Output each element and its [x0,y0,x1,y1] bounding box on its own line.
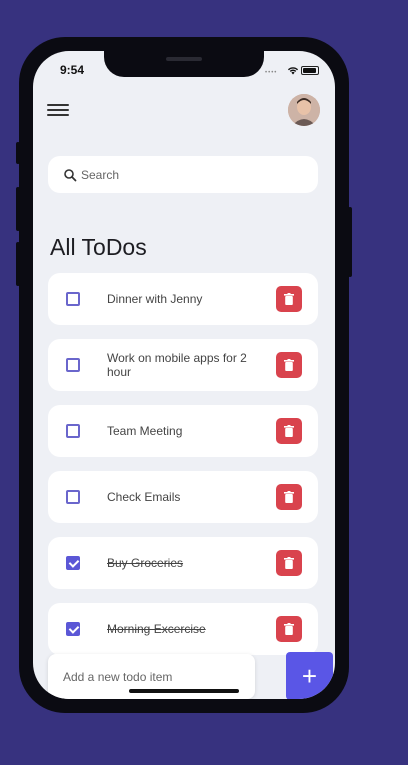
delete-button[interactable] [276,484,302,510]
delete-button[interactable] [276,418,302,444]
status-time: 9:54 [60,63,85,77]
trash-icon [284,359,294,371]
todo-checkbox[interactable] [66,556,80,570]
notch [104,51,264,77]
phone-frame: 9:54 •••• Search All ToDos Dinner with J… [16,37,352,713]
delete-button[interactable] [276,616,302,642]
signal-icon: •••• [265,70,278,76]
todo-text-wrap: Team Meeting [107,405,267,457]
trash-icon [284,491,294,503]
page-title: All ToDos [50,234,147,260]
todo-checkbox[interactable] [66,358,80,372]
delete-button[interactable] [276,352,302,378]
delete-button[interactable] [276,550,302,576]
todo-text-wrap: Work on mobile apps for 2 hour [107,339,267,391]
hamburger-menu-icon[interactable] [47,101,69,119]
todo-text: Check Emails [107,490,181,504]
search-bar[interactable] [48,156,318,193]
todo-text: Dinner with Jenny [107,292,203,306]
volume-down-button [16,242,20,286]
add-todo-button[interactable]: + [286,652,333,699]
avatar-person-icon [288,94,320,126]
home-indicator [129,689,239,693]
todo-text-wrap: Check Emails [107,471,267,523]
todo-text-wrap: Buy Groceries [107,537,267,589]
status-icons: •••• [265,65,319,76]
power-button [348,207,352,277]
todo-item: Dinner with Jenny [48,273,318,325]
todo-text: Buy Groceries [107,556,184,570]
avatar[interactable] [288,94,320,126]
todo-item: Buy Groceries [48,537,318,589]
todo-checkbox[interactable] [66,424,80,438]
todo-text: Work on mobile apps for 2 hour [107,351,247,379]
app-screen: 9:54 •••• Search All ToDos Dinner with J… [33,51,335,699]
search-icon [64,168,77,181]
delete-button[interactable] [276,286,302,312]
todo-checkbox[interactable] [66,622,80,636]
todo-item: Team Meeting [48,405,318,457]
todo-checkbox[interactable] [66,292,80,306]
todo-item: Work on mobile apps for 2 hour [48,339,318,391]
battery-icon [301,66,319,75]
todo-text-wrap: Dinner with Jenny [107,273,267,325]
trash-icon [284,425,294,437]
mute-switch [16,142,20,164]
speaker [166,57,202,61]
todo-text: Team Meeting [107,424,183,438]
search-input[interactable] [81,167,301,182]
trash-icon [284,293,294,305]
todo-item: Morning Excercise [48,603,318,655]
wifi-icon [287,67,299,75]
todo-text: Morning Excercise [107,622,206,636]
volume-up-button [16,187,20,231]
trash-icon [284,623,294,635]
todo-item: Check Emails [48,471,318,523]
trash-icon [284,557,294,569]
todo-list: Dinner with Jenny Work on mobile apps for… [48,273,318,669]
todo-checkbox[interactable] [66,490,80,504]
todo-text-wrap: Morning Excercise [107,603,267,655]
